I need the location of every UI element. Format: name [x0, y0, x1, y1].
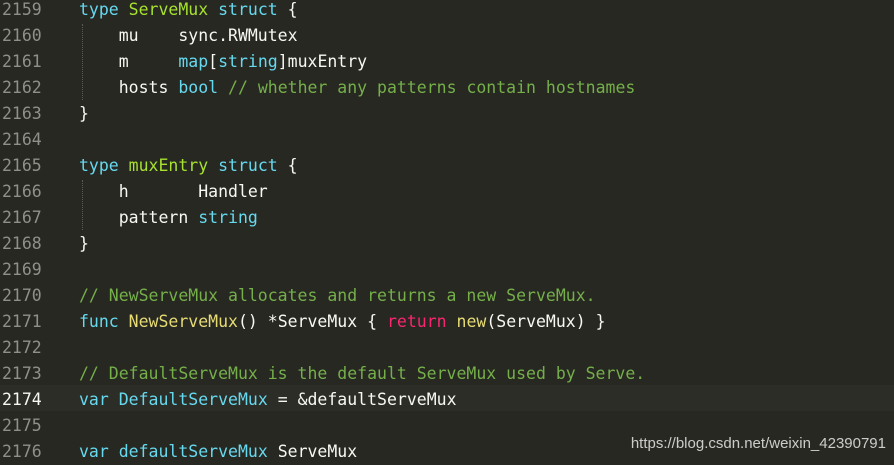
code-token: var — [79, 390, 119, 409]
code-token: hosts — [79, 78, 179, 97]
code-token: ]muxEntry — [277, 52, 368, 71]
code-text: hosts bool // whether any patterns conta… — [79, 75, 636, 101]
line-number: 2176 — [2, 442, 42, 461]
code-token: [ — [208, 52, 219, 71]
code-text: // NewServeMux allocates and returns a n… — [79, 283, 596, 309]
code-line[interactable]: 2174 var DefaultServeMux = &defaultServeM… — [0, 387, 894, 413]
code-token: bool — [178, 78, 219, 97]
code-text: } — [79, 101, 89, 127]
line-number: 2166 — [2, 182, 42, 201]
code-line[interactable]: 2172 — [0, 335, 894, 361]
line-number: 2161 — [2, 52, 42, 71]
code-token: ServeMux — [267, 442, 358, 461]
code-token: string — [218, 52, 278, 71]
line-number: 2171 — [2, 312, 42, 331]
code-token: { — [287, 0, 298, 19]
indent-guide — [82, 24, 83, 100]
code-token: new — [456, 312, 487, 331]
line-number: 2175 — [2, 416, 42, 435]
code-token: string — [198, 208, 258, 227]
code-line[interactable]: 2168} — [0, 231, 894, 257]
code-text: m map[string]muxEntry — [79, 49, 367, 75]
line-number: 2160 — [2, 26, 42, 45]
code-token: struct — [208, 0, 288, 19]
code-token: muxEntry — [128, 156, 209, 175]
code-token: map — [178, 52, 209, 71]
code-line[interactable]: 2164 — [0, 127, 894, 153]
code-token: pattern — [79, 208, 199, 227]
code-line[interactable]: 2173 // DefaultServeMux is the default Se… — [0, 361, 894, 387]
code-token: type — [79, 0, 129, 19]
indent-guide — [82, 180, 83, 230]
code-text: type muxEntry struct { — [79, 153, 298, 179]
code-token: func — [79, 312, 129, 331]
code-token: // whether any patterns contain hostname… — [218, 78, 636, 97]
code-text: // DefaultServeMux is the default ServeM… — [79, 361, 645, 387]
code-token: NewServeMux — [128, 312, 238, 331]
code-token: } — [79, 234, 89, 253]
code-token: = &defaultServeMux — [267, 390, 457, 409]
code-line[interactable]: 2166 h Handler — [0, 179, 894, 205]
code-token: return — [386, 312, 447, 331]
line-number: 2170 — [2, 286, 42, 305]
code-token: mu sync.RWMutex — [79, 26, 298, 45]
code-line[interactable]: 2165 type muxEntry struct { — [0, 153, 894, 179]
line-number: 2164 — [2, 130, 42, 149]
code-text: var defaultServeMux ServeMux — [79, 439, 357, 465]
code-token: struct — [208, 156, 288, 175]
code-token: DefaultServeMux — [118, 390, 268, 409]
code-token: // DefaultServeMux is the default ServeM… — [79, 364, 646, 383]
line-number: 2163 — [2, 104, 42, 123]
code-text: pattern string — [79, 205, 258, 231]
line-number: 2167 — [2, 208, 42, 227]
code-line[interactable]: 2161 m map[string]muxEntry — [0, 49, 894, 75]
code-line[interactable]: 2162 hosts bool // whether any patterns … — [0, 75, 894, 101]
code-token: { — [287, 156, 298, 175]
code-line[interactable]: 2171 func NewServeMux() *ServeMux { retur… — [0, 309, 894, 335]
line-number: 2174 — [2, 390, 42, 409]
code-token: (ServeMux) } — [486, 312, 606, 331]
code-line[interactable]: 2169 — [0, 257, 894, 283]
code-token: ServeMux — [128, 0, 209, 19]
line-number: 2162 — [2, 78, 42, 97]
code-line[interactable]: 2160 mu sync.RWMutex — [0, 23, 894, 49]
code-text: mu sync.RWMutex — [79, 23, 298, 49]
code-editor[interactable]: 2159 type ServeMux struct {2160 mu sync.R… — [0, 0, 894, 462]
code-token: type — [79, 156, 129, 175]
code-line[interactable]: 2159 type ServeMux struct { — [0, 0, 894, 23]
code-token: // NewServeMux allocates and returns a n… — [79, 286, 596, 305]
code-token: var — [79, 442, 119, 461]
code-token: defaultServeMux — [118, 442, 268, 461]
line-number: 2165 — [2, 156, 42, 175]
line-number: 2168 — [2, 234, 42, 253]
code-text: } — [79, 231, 89, 257]
watermark-url: https://blog.csdn.net/weixin_42390791 — [630, 435, 886, 452]
code-text: type ServeMux struct { — [79, 0, 298, 23]
code-text: h Handler — [79, 179, 268, 205]
line-number: 2173 — [2, 364, 42, 383]
code-text: func NewServeMux() *ServeMux { return ne… — [79, 309, 606, 335]
code-line[interactable]: 2170 // NewServeMux allocates and returns… — [0, 283, 894, 309]
line-number: 2159 — [2, 0, 42, 19]
line-number: 2169 — [2, 260, 42, 279]
code-token: h Handler — [79, 182, 268, 201]
code-token: () *ServeMux { — [237, 312, 387, 331]
code-line[interactable]: 2167 pattern string — [0, 205, 894, 231]
code-token: } — [79, 104, 89, 123]
code-line[interactable]: 2163} — [0, 101, 894, 127]
code-token: m — [79, 52, 179, 71]
line-number: 2172 — [2, 338, 42, 357]
code-text: var DefaultServeMux = &defaultServeMux — [79, 387, 457, 413]
